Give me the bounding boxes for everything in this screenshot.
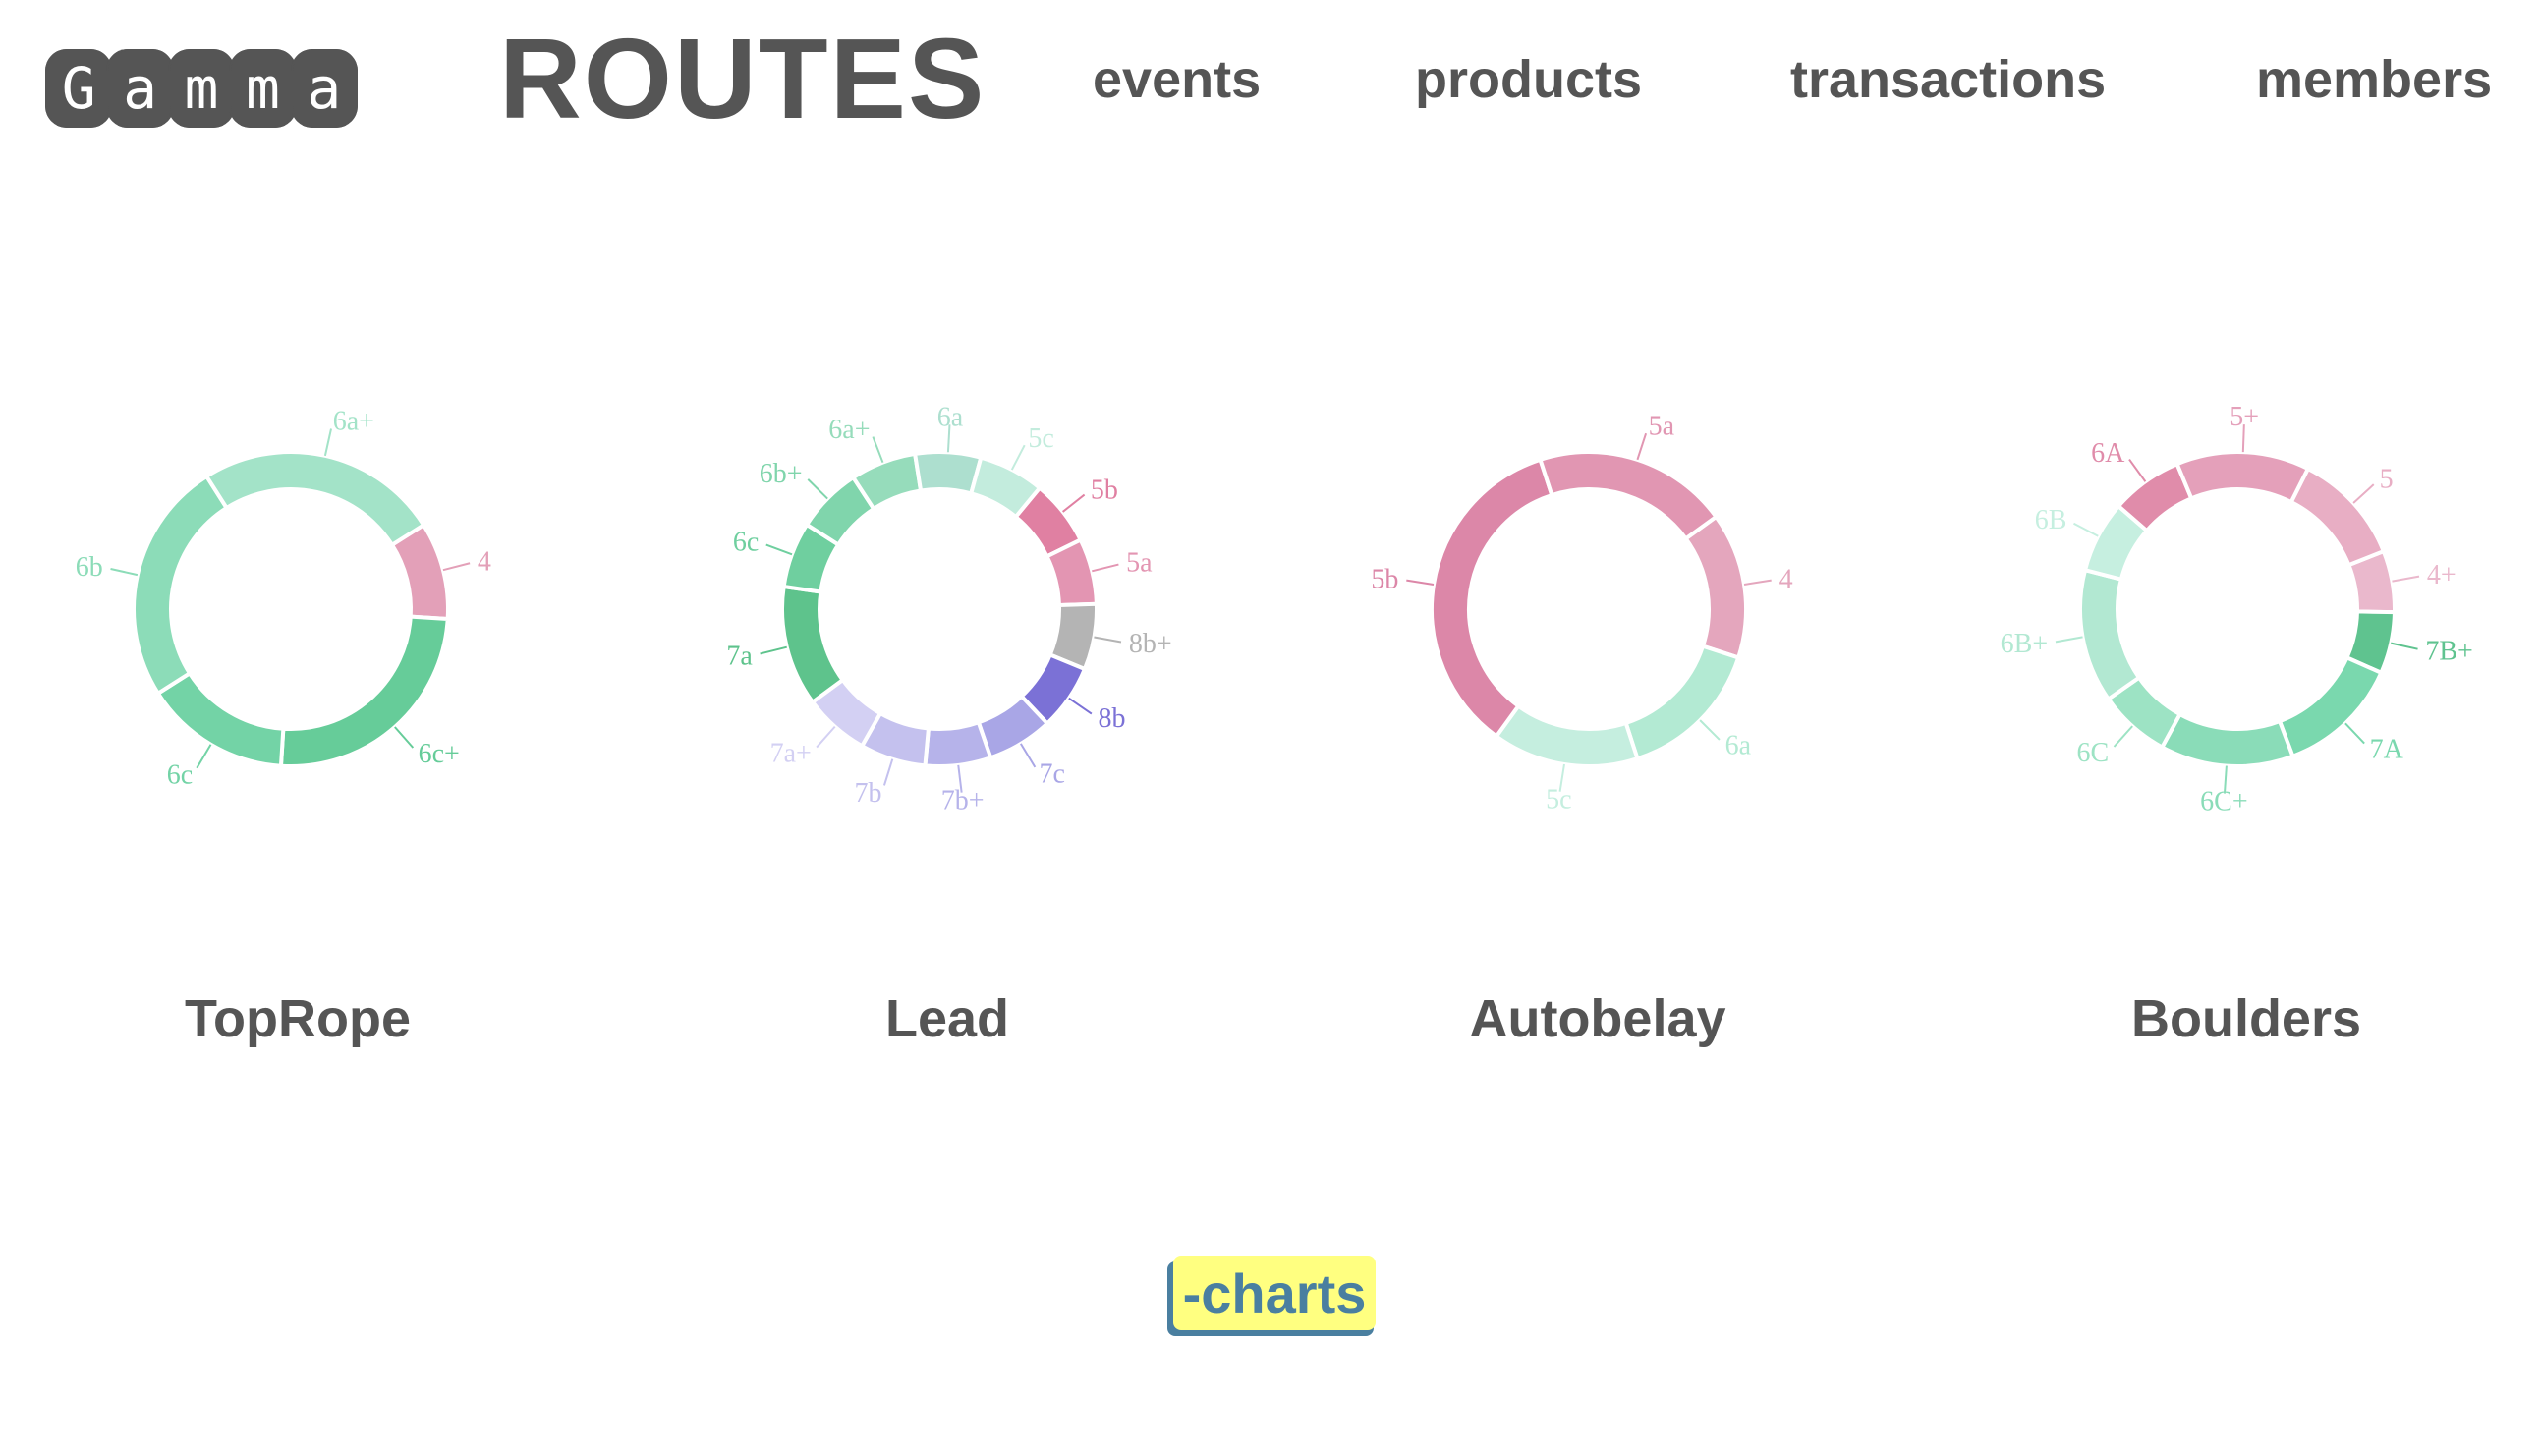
slice-leader-line — [1068, 697, 1093, 715]
charts-button-label[interactable]: -charts — [1173, 1256, 1376, 1330]
slice-label: 6c — [167, 760, 193, 791]
slice-label: 6B+ — [2001, 629, 2048, 659]
donut-slice[interactable] — [1494, 702, 1640, 768]
donut-slice[interactable] — [203, 450, 426, 548]
slice-leader-line — [2392, 575, 2420, 583]
slice-label: 7b — [855, 778, 882, 809]
slice-label: 5a — [1649, 412, 1675, 442]
donut-slice[interactable] — [1538, 450, 1720, 542]
slice-label: 6a+ — [828, 415, 870, 445]
charts-toggle-button[interactable]: -charts — [1167, 1256, 1376, 1336]
slice-label: 4 — [478, 546, 491, 577]
slice-label: 6c+ — [419, 739, 460, 769]
slice-leader-line — [196, 744, 212, 769]
slice-label: 6a — [1725, 731, 1752, 761]
slice-label: 6C — [2076, 738, 2109, 768]
slice-leader-line — [1406, 579, 1435, 586]
donut-charts: 4 6c+ 6c 6b 6a+ 5b 5a 8b+ 8b 7c 7b+ 7b 7a+ 7a 6c 6b+ 6a+… — [76, 402, 2473, 816]
slice-label: 5b — [1091, 476, 1118, 506]
donut-slice[interactable] — [2159, 711, 2296, 768]
slice-leader-line — [2344, 722, 2365, 745]
slice-leader-line — [872, 436, 884, 464]
slice-label: 6B — [2035, 505, 2067, 535]
slice-leader-line — [816, 725, 836, 749]
slice-label: 5a — [1126, 548, 1153, 579]
donut-autobelay: 4 6a 5c 5b 5a — [1371, 412, 1792, 815]
donut-slice[interactable] — [1623, 644, 1741, 761]
slice-leader-line — [1019, 743, 1037, 768]
slice-label: 7a — [726, 641, 753, 671]
slice-label: 8b — [1098, 703, 1125, 734]
donut-slice[interactable] — [132, 474, 230, 697]
slice-label: 5c — [1546, 785, 1571, 815]
donut-boulders: 4+ 7B+ 7A 6C+ 6C 6B+ 6B 6A 5+ 5 — [2001, 402, 2473, 816]
slice-leader-line — [394, 726, 415, 749]
slice-leader-line — [882, 758, 894, 786]
donut-slice[interactable] — [923, 719, 993, 768]
slice-label: 5c — [1028, 423, 1053, 454]
slice-label: 6a+ — [333, 407, 374, 437]
slice-leader-line — [1062, 493, 1086, 513]
donut-slice[interactable] — [2174, 450, 2311, 505]
slice-leader-line — [760, 645, 787, 655]
slice-leader-line — [2113, 725, 2133, 748]
slice-leader-line — [1699, 719, 1721, 741]
donut-slice[interactable] — [2078, 567, 2142, 702]
slice-label: 7A — [2370, 734, 2404, 764]
slice-label: 6b+ — [760, 459, 803, 489]
slice-label: 8b+ — [1129, 629, 1172, 659]
slice-label: 7B+ — [2425, 636, 2472, 666]
slice-leader-line — [2055, 636, 2083, 644]
chart-title-boulders: Boulders — [2130, 989, 2362, 1048]
slice-label: 6c — [733, 528, 759, 558]
slice-label: 5 — [2380, 465, 2394, 495]
slice-leader-line — [807, 478, 828, 500]
chart-title-autobelay: Autobelay — [1469, 989, 1726, 1048]
slice-leader-line — [2073, 522, 2099, 537]
slice-leader-line — [442, 562, 471, 572]
slice-label: 5b — [1371, 564, 1398, 594]
slice-leader-line — [1743, 579, 1772, 586]
donut-slice[interactable] — [1430, 457, 1554, 740]
slice-label: 4 — [1779, 564, 1793, 594]
slice-label: 7b+ — [941, 786, 985, 816]
slice-label: 6a — [937, 402, 964, 432]
slice-label: 7c — [1039, 759, 1064, 790]
slice-leader-line — [1094, 636, 1122, 644]
slice-leader-line — [1092, 563, 1119, 573]
slice-leader-line — [2352, 483, 2375, 504]
donut-slice[interactable] — [1682, 514, 1748, 660]
donut-slice[interactable] — [2288, 466, 2387, 568]
slice-leader-line — [2390, 642, 2418, 650]
chart-title-lead: Lead — [884, 989, 1010, 1048]
slice-label: 4+ — [2427, 560, 2456, 590]
slice-label: 5+ — [2230, 402, 2259, 432]
slice-label: 7a+ — [770, 739, 812, 769]
slice-leader-line — [1010, 444, 1026, 471]
slice-leader-line — [1636, 432, 1648, 461]
slice-label: 6C+ — [2200, 787, 2247, 817]
slice-leader-line — [110, 568, 139, 577]
donut-slice[interactable] — [780, 584, 846, 705]
donut-lead: 5b 5a 8b+ 8b 7c 7b+ 7b 7a+ 7a 6c 6b+ 6a+ 6a 5c — [726, 402, 1171, 815]
slice-leader-line — [2128, 458, 2147, 482]
chart-title-toprope: TopRope — [185, 989, 411, 1048]
donut-toprope: 4 6c+ 6c 6b 6a+ — [76, 407, 491, 791]
donut-slice[interactable] — [2277, 654, 2384, 759]
slice-label: 6A — [2091, 438, 2125, 469]
slice-leader-line — [765, 543, 793, 556]
donut-slice[interactable] — [155, 670, 286, 768]
slice-label: 6b — [76, 552, 103, 583]
slice-leader-line — [323, 428, 332, 457]
